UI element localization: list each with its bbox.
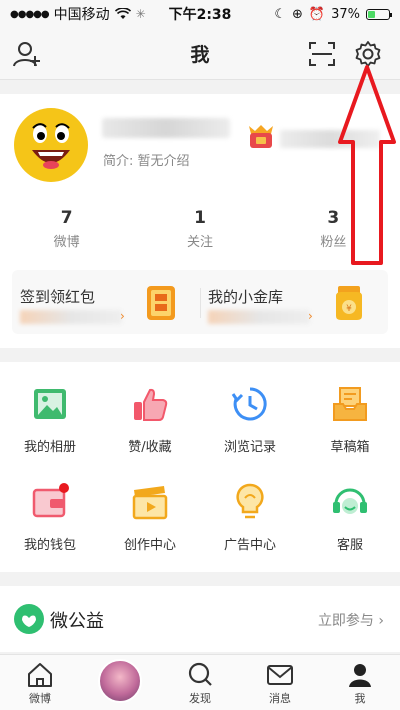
headset-icon (333, 488, 367, 514)
charity-row[interactable]: 微公益 立即参与 › (0, 586, 400, 652)
tab-bar: 微博 发现 消息 我 (0, 654, 400, 710)
stat-label: 微博 (53, 235, 80, 250)
vault-title: 我的小金库 (208, 288, 284, 306)
tab-messages[interactable]: 消息 (240, 655, 320, 710)
settings-button[interactable] (352, 38, 384, 70)
history-clock-icon (231, 387, 267, 421)
mail-icon (267, 665, 293, 685)
stat-value: 7 (60, 208, 73, 228)
checkin-subtitle-redacted (20, 310, 122, 324)
charity-heart-icon (14, 604, 44, 634)
wifi-icon (114, 8, 131, 19)
loading-icon: ✳ (135, 7, 146, 21)
tab-label: 消息 (269, 692, 291, 705)
grid-label: 赞/收藏 (128, 440, 172, 455)
stat-label: 粉丝 (320, 235, 347, 250)
feature-grid: 我的相册 赞/收藏 浏览记录 草稿箱 我的钱包 创作中心 广告中心 客服 (0, 362, 400, 572)
vip-badge-icon[interactable] (246, 122, 276, 150)
promo-bar: 签到领红包 › 我的小金库 › ¥ (12, 270, 388, 334)
nav-bar: 我 (0, 28, 400, 80)
tab-label: 我 (354, 692, 366, 705)
carrier-label: 中国移动 (53, 7, 110, 23)
grid-label: 创作中心 (123, 538, 176, 553)
search-icon (188, 662, 212, 686)
clapperboard-icon (132, 486, 168, 520)
tab-avatar[interactable] (80, 655, 160, 710)
grid-label: 客服 (336, 538, 363, 553)
grid-item-drafts[interactable]: 草稿箱 (300, 370, 400, 468)
tab-home[interactable]: 微博 (0, 655, 80, 710)
grid-label: 广告中心 (223, 538, 276, 553)
scan-icon (309, 42, 335, 66)
wallet-icon (32, 483, 69, 518)
grid-item-ads[interactable]: 广告中心 (200, 468, 300, 566)
grid-label: 浏览记录 (223, 440, 276, 455)
gear-icon (355, 41, 381, 67)
stat-value: 1 (194, 208, 206, 228)
battery-icon (366, 8, 392, 20)
profile-icon (349, 664, 371, 687)
grid-label: 草稿箱 (330, 440, 370, 455)
vip-info-redacted (280, 130, 380, 148)
grid-item-creator[interactable]: 创作中心 (100, 468, 200, 566)
stat-value: 3 (327, 208, 340, 228)
checkin-red-packet-card[interactable]: 签到领红包 › (12, 270, 200, 334)
grid-item-support[interactable]: 客服 (300, 468, 400, 566)
stat-label: 关注 (186, 235, 213, 250)
grid-item-album[interactable]: 我的相册 (0, 370, 100, 468)
vault-subtitle-redacted (208, 310, 310, 324)
scan-button[interactable] (306, 38, 338, 70)
tab-discover[interactable]: 发现 (160, 655, 240, 710)
stat-followers[interactable]: 3 粉丝 (267, 208, 400, 256)
status-bar: ●●●●● 中国移动 ✳ 下午2:38 ☾ ⊕ ⏰ 37% (0, 0, 400, 28)
status-time: 下午2:38 (168, 7, 232, 23)
grid-item-history[interactable]: 浏览记录 (200, 370, 300, 468)
signal-icon: ●●●●● (10, 8, 50, 20)
drafts-tray-icon (333, 387, 367, 421)
red-packet-icon (147, 286, 175, 320)
grid-item-wallet[interactable]: 我的钱包 (0, 468, 100, 566)
avatar[interactable] (14, 108, 88, 182)
checkin-title: 签到领红包 (20, 288, 96, 306)
lightbulb-icon (236, 483, 264, 519)
svg-text:¥: ¥ (346, 304, 352, 314)
rotation-lock-icon: ⊕ (292, 6, 303, 22)
home-icon (28, 663, 52, 687)
charity-title: 微公益 (50, 611, 104, 632)
grid-label: 我的相册 (23, 440, 76, 455)
stat-weibo[interactable]: 7 微博 (0, 208, 133, 256)
stat-following[interactable]: 1 关注 (133, 208, 266, 256)
gold-vault-card[interactable]: 我的小金库 › ¥ (200, 270, 388, 334)
page-title: 我 (190, 44, 210, 66)
username-redacted (102, 118, 230, 138)
chevron-right-icon: › (120, 309, 125, 323)
profile-bio[interactable]: 简介: 暂无介绍 (103, 150, 190, 169)
profile-card: 简介: 暂无介绍 7 微博 1 关注 3 粉丝 签到领红包 › 我的小金库 › … (0, 94, 400, 348)
profile-stats: 7 微博 1 关注 3 粉丝 (0, 208, 400, 256)
battery-percent: 37% (331, 6, 360, 22)
photo-album-icon (34, 389, 66, 419)
tab-label: 微博 (29, 692, 51, 705)
moon-icon: ☾ (274, 6, 286, 22)
alarm-icon: ⏰ (308, 6, 326, 22)
chevron-right-icon: › (308, 309, 313, 323)
grid-item-likes[interactable]: 赞/收藏 (100, 370, 200, 468)
gold-jar-icon: ¥ (336, 286, 362, 320)
avatar (98, 659, 142, 703)
grid-label: 我的钱包 (23, 538, 76, 553)
tab-me[interactable]: 我 (320, 655, 400, 710)
tab-label: 发现 (189, 692, 211, 705)
join-now-link[interactable]: 立即参与 › (318, 610, 384, 630)
thumbs-up-icon (134, 388, 168, 421)
